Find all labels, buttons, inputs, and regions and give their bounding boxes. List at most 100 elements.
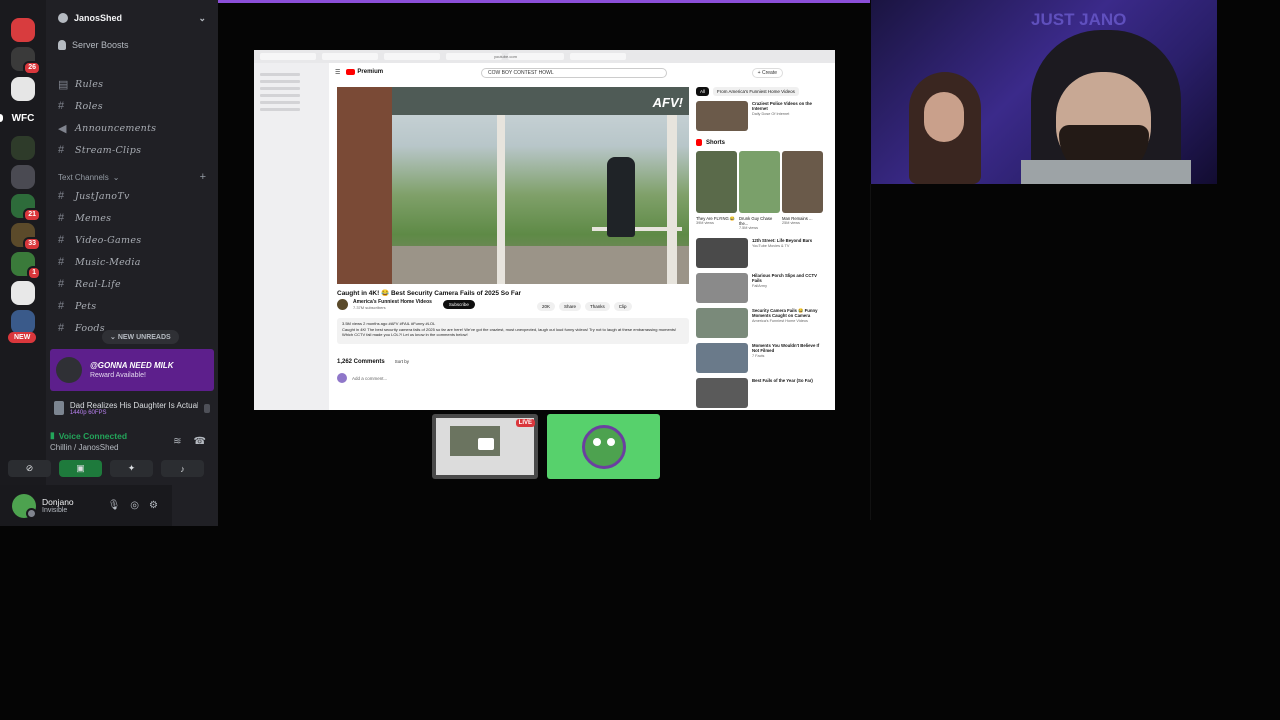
channel-music-media[interactable]: # Music-Media — [58, 256, 141, 268]
reward-banner[interactable]: @GONNA NEED MILK Reward Available! — [50, 349, 214, 391]
server-icon-9[interactable]: 1 — [11, 252, 41, 280]
hash-icon: # — [58, 300, 65, 312]
new-unreads-label: NEW UNREADS — [117, 334, 171, 341]
participant-tile[interactable] — [547, 414, 660, 479]
add-comment-placeholder: Add a comment... — [352, 375, 388, 381]
category-text-channels[interactable]: Text Channels ⌄ — [58, 173, 119, 182]
channel-stream-clips[interactable]: # Stream-Clips — [58, 144, 141, 156]
activities-button[interactable]: ✦ — [110, 460, 153, 477]
channel-sidebar: JanosShed ⌄ Server Boosts ▤ Rules # Roles … — [46, 0, 218, 526]
server-icon-3[interactable] — [11, 77, 35, 101]
youtube-create-button: + Create — [751, 68, 783, 78]
shared-screen-browser[interactable]: youtube.com ☰ Premium COW BOY CONTEST HO… — [254, 50, 835, 410]
shorts-icon — [696, 139, 702, 146]
browser-tab — [322, 53, 378, 60]
new-unreads-button[interactable]: ⌄ NEW UNREADS — [102, 330, 179, 344]
avatar[interactable] — [12, 493, 37, 519]
related-channel: America's Funniest Home Videos — [752, 319, 808, 323]
add-channel-icon[interactable]: + — [200, 171, 206, 183]
neon-sign: JUST JANO — [1031, 10, 1127, 29]
soundboard-button[interactable]: ♪ — [161, 460, 204, 477]
short-thumbnail — [739, 151, 780, 213]
short-thumbnail — [782, 151, 823, 213]
related-channel: YouTube Movies & TV — [752, 244, 790, 248]
webcam-overlay: JUST JANO — [871, 0, 1217, 184]
add-comment-row: Add a comment... — [337, 373, 387, 383]
unread-badge: 21 — [23, 208, 41, 222]
server-boosts-link[interactable]: Server Boosts — [58, 40, 129, 50]
channel-subscribers: 7.37M subscribers — [353, 305, 386, 310]
clip-button: Clip — [613, 302, 632, 311]
hash-icon: # — [58, 144, 65, 156]
server-icon-wfc[interactable]: WFC — [11, 106, 35, 130]
channel-roles[interactable]: # Roles — [58, 100, 103, 112]
channel-justjanotv[interactable]: # JustJanoTv — [58, 190, 130, 202]
browser-url: youtube.com — [494, 54, 517, 59]
camera-button[interactable]: ⊘ — [8, 460, 51, 477]
screen-share-button[interactable]: ▣ — [59, 460, 102, 477]
short-views: 25M views — [782, 221, 800, 225]
server-icon-6[interactable] — [11, 165, 35, 189]
microphone-icon[interactable]: 🎙 — [108, 500, 121, 511]
server-icon-1[interactable] — [11, 18, 35, 42]
related-video: 12th Street: Life Beyond Bars YouTube Mov… — [696, 238, 826, 268]
channel-pets[interactable]: # Pets — [58, 300, 96, 312]
hash-icon: # — [58, 234, 65, 246]
unread-badge: 1 — [27, 266, 41, 280]
related-channel: Daily Dose Of Internet — [752, 112, 790, 116]
channel-label: JustJanoTv — [75, 190, 130, 202]
youtube-play-icon — [346, 69, 356, 75]
hash-icon: # — [58, 322, 65, 334]
server-icon-10[interactable] — [11, 281, 35, 305]
related-channel: FailArmy — [752, 284, 767, 288]
short-card: Drunk Guy Chase the... 7.5M views — [739, 151, 780, 230]
channel-row: America's Funniest Home Videos 7.37M sub… — [337, 299, 475, 310]
activities-icon: ✦ — [127, 463, 136, 473]
signal-icon: ▮ — [50, 430, 55, 440]
channel-memes[interactable]: # Memes — [58, 212, 111, 224]
youtube-search-input: COW BOY CONTEST HOWL — [481, 68, 667, 78]
video-thumbnail — [696, 101, 748, 131]
stop-stream-icon[interactable] — [203, 403, 210, 413]
server-icon-2[interactable]: 26 — [11, 47, 41, 75]
settings-gear-icon[interactable]: ⚙ — [149, 500, 158, 511]
activity-card[interactable]: Dad Realizes His Daughter Is Actually Th… — [50, 396, 214, 420]
channel-rules[interactable]: ▤ Rules — [58, 78, 103, 91]
channel-label: Stream-Clips — [75, 144, 142, 156]
related-title: Security Camera Fails 😂 Funny Moments Ca… — [752, 308, 818, 318]
disconnect-icon[interactable]: ☎ — [194, 436, 206, 447]
stream-tile-live[interactable]: LIVE — [432, 414, 538, 479]
comments-header: 1,262 Comments Sort by — [337, 359, 409, 365]
server-icon-5[interactable] — [11, 136, 35, 160]
youtube-brand: Premium — [357, 69, 384, 75]
headphones-icon[interactable]: ◎ — [130, 500, 139, 511]
server-icon-7[interactable]: 21 — [11, 194, 41, 222]
voice-status-label: Voice Connected — [58, 430, 128, 441]
channel-video-games[interactable]: # Video-Games — [58, 234, 141, 246]
voice-panel: ▮ Voice Connected Chillin / JanosShed ≋ ☎ — [50, 430, 214, 452]
channel-real-life[interactable]: # Real-Life — [58, 278, 121, 290]
video-thumbnail — [696, 308, 748, 338]
user-name[interactable]: Donjano — [42, 497, 74, 507]
megaphone-icon: ◀ — [58, 123, 67, 135]
divider — [870, 184, 871, 520]
unread-pill — [0, 114, 3, 122]
hash-icon: # — [58, 212, 65, 224]
channel-foods[interactable]: # Foods — [58, 322, 105, 334]
related-video: Security Camera Fails 😂 Funny Moments Ca… — [696, 308, 826, 338]
related-video: Best Fails of the Year (So Far) — [696, 378, 826, 408]
server-icon-11[interactable] — [11, 310, 35, 334]
channel-label: Real-Life — [75, 278, 121, 290]
server-badge-icon — [58, 13, 68, 23]
server-icon-8[interactable]: 33 — [11, 223, 41, 251]
reward-title: @GONNA NEED MILK — [90, 360, 174, 370]
channel-label: Rules — [75, 79, 104, 90]
description-text: Caught in 4K! The best security camera f… — [342, 326, 677, 338]
video-title: Caught in 4K! 😂 Best Security Camera Fai… — [337, 290, 522, 297]
server-header[interactable]: JanosShed ⌄ — [46, 0, 218, 36]
new-servers-tag[interactable]: NEW — [8, 332, 37, 343]
youtube-logo: Premium — [346, 69, 383, 75]
noise-suppression-icon[interactable]: ≋ — [173, 436, 181, 447]
short-title: Drunk Guy Chase the... — [739, 216, 773, 226]
channel-announcements[interactable]: ◀ Announcements — [58, 122, 156, 135]
